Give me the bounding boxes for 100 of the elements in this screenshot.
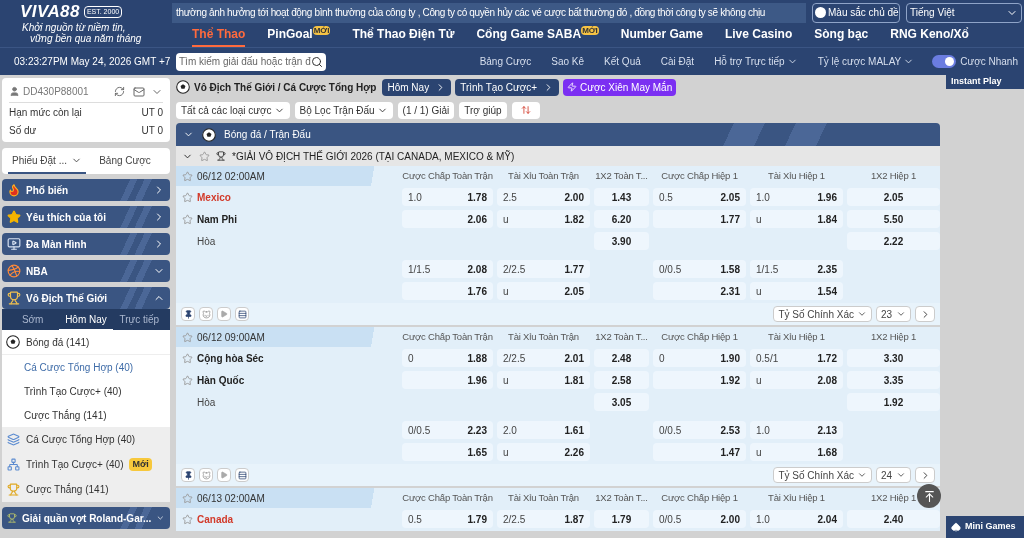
- nav-tab[interactable]: RNG Keno/Xổ: [890, 25, 969, 47]
- odds-cell[interactable]: 0.5 2.05: [653, 188, 746, 206]
- odds-cell[interactable]: 1.96: [402, 371, 493, 389]
- header-link[interactable]: Cài Đặt: [660, 54, 695, 69]
- filter-dropdown[interactable]: Tất cả các loại cược: [176, 101, 290, 119]
- header-link[interactable]: Kết Quả: [604, 54, 641, 69]
- menu-link[interactable]: Hỗ trợ Trực tiếp: [714, 54, 798, 69]
- odds-cell[interactable]: 0 1.88: [402, 349, 493, 367]
- category-bar[interactable]: NBA: [2, 260, 170, 282]
- star-icon[interactable]: [182, 191, 193, 203]
- sort-button[interactable]: [511, 101, 540, 119]
- category-bar[interactable]: Vô Địch Thế Giới: [2, 287, 170, 309]
- odds-cell[interactable]: 2/2.5 2.01: [497, 349, 590, 367]
- odds-cell[interactable]: 3.90: [594, 232, 649, 250]
- odds-cell[interactable]: 2.48: [594, 349, 649, 367]
- star-icon[interactable]: [182, 213, 193, 225]
- odds-cell[interactable]: 2.05: [847, 188, 940, 206]
- market-select[interactable]: Tỷ Số Chính Xác: [773, 467, 872, 483]
- nav-tab[interactable]: Live Casino: [724, 25, 793, 47]
- odds-cell[interactable]: 2.5 2.00: [497, 188, 590, 206]
- league-header[interactable]: *GIẢI VÔ ĐỊCH THẾ GIỚI 2026 (TẠI CANADA, MEXICO & MỸ): [176, 146, 940, 166]
- search-field[interactable]: Tìm kiếm giải đấu hoặc trận đ: [176, 52, 326, 71]
- odds-cell[interactable]: 1.0 1.96: [750, 188, 843, 206]
- nav-tab[interactable]: PinGoal: [267, 25, 313, 47]
- mini-games-button[interactable]: Mini Games: [946, 516, 1024, 538]
- odds-cell[interactable]: 0/0.5 1.58: [653, 260, 746, 278]
- odds-cell[interactable]: u 2.05: [497, 282, 590, 300]
- filter-dropdown[interactable]: Bộ Lọc Trận Đấu: [294, 101, 393, 119]
- language-select[interactable]: Tiếng Việt: [906, 2, 1022, 23]
- odds-cell[interactable]: u 1.81: [497, 371, 590, 389]
- odds-cell[interactable]: 1.92: [847, 393, 940, 411]
- next-button[interactable]: [915, 306, 935, 322]
- sport-menu-item[interactable]: Cược Thắng (141): [2, 403, 170, 427]
- odds-cell[interactable]: 2.0 1.61: [497, 421, 590, 439]
- sport-menu-item[interactable]: Cá Cược Tổng Hợp (40): [2, 355, 170, 379]
- odds-cell[interactable]: u 1.54: [750, 282, 843, 300]
- odds-cell[interactable]: 3.35: [847, 371, 940, 389]
- star-icon[interactable]: [182, 513, 193, 525]
- odds-cell[interactable]: 3.05: [594, 393, 649, 411]
- odds-cell[interactable]: 6.20: [594, 210, 649, 228]
- odds-cell[interactable]: 2.40: [847, 510, 940, 528]
- odds-cell[interactable]: 0 1.90: [653, 349, 746, 367]
- odds-cell[interactable]: u 2.26: [497, 443, 590, 461]
- odds-cell[interactable]: 0/0.5 2.53: [653, 421, 746, 439]
- odds-cell[interactable]: u 1.68: [750, 443, 843, 461]
- play-button[interactable]: [217, 307, 231, 321]
- market-menu-item[interactable]: Trình Tạo Cược+ (40): [26, 457, 124, 472]
- nav-tab[interactable]: Number Game: [620, 25, 703, 47]
- nav-tab[interactable]: Thể Thao Điện Tử: [352, 25, 455, 47]
- instant-play-bar[interactable]: Instant Play: [946, 75, 1024, 89]
- market-menu-item[interactable]: Cá Cược Tổng Hợp (40): [26, 432, 136, 447]
- odds-cell[interactable]: 3.30: [847, 349, 940, 367]
- odds-cell[interactable]: 2/2.5 1.87: [497, 510, 590, 528]
- odds-cell[interactable]: 1.0 1.78: [402, 188, 493, 206]
- menu-link[interactable]: Tỷ lệ cược MALAY: [817, 54, 915, 69]
- odds-cell[interactable]: u 1.84: [750, 210, 843, 228]
- star-icon[interactable]: [182, 492, 193, 504]
- odds-cell[interactable]: 1.76: [402, 282, 493, 300]
- market-menu-item[interactable]: Cược Thắng (141): [26, 482, 109, 497]
- nav-tab[interactable]: Cổng Game SABA: [476, 25, 582, 47]
- odds-cell[interactable]: 2/2.5 1.77: [497, 260, 590, 278]
- list-button[interactable]: [235, 307, 249, 321]
- count-select[interactable]: 24: [876, 467, 911, 483]
- odds-cell[interactable]: 1.47: [653, 443, 746, 461]
- theme-select[interactable]: Màu sắc chủ đề: [812, 2, 900, 23]
- header-link[interactable]: Bảng Cược: [479, 54, 532, 69]
- odds-cell[interactable]: 1.79: [594, 510, 649, 528]
- sport-label[interactable]: Bóng đá (141): [26, 334, 90, 350]
- category-bar[interactable]: Yêu thích của tôi: [2, 206, 170, 228]
- play-button[interactable]: [217, 468, 231, 482]
- nav-button[interactable]: Trình Tạo Cược+: [455, 78, 560, 96]
- odds-cell[interactable]: u 1.82: [497, 210, 590, 228]
- mail-icon[interactable]: [133, 85, 145, 98]
- sidebar-tab[interactable]: Bảng Cược: [86, 148, 164, 174]
- category-bar[interactable]: Phổ biến: [2, 179, 170, 201]
- sport-menu-item[interactable]: Trình Tạo Cược+ (40): [2, 379, 170, 403]
- odds-cell[interactable]: 1.92: [653, 371, 746, 389]
- odds-cell[interactable]: 1.65: [402, 443, 493, 461]
- odds-cell[interactable]: 2.22: [847, 232, 940, 250]
- category-bar[interactable]: Đa Màn Hình: [2, 233, 170, 255]
- count-select[interactable]: 23: [876, 306, 911, 322]
- odds-cell[interactable]: 2.31: [653, 282, 746, 300]
- sidebar-tab[interactable]: Phiếu Đặt ...: [8, 148, 86, 174]
- odds-cell[interactable]: 0.5/1 1.72: [750, 349, 843, 367]
- odds-cell[interactable]: 2.06: [402, 210, 493, 228]
- quick-bet-toggle[interactable]: [932, 55, 957, 68]
- promo-button[interactable]: Cược Xiên May Mắn: [563, 78, 677, 96]
- period-tab[interactable]: Trực tiếp: [112, 309, 166, 330]
- odds-cell[interactable]: 0/0.5 2.00: [653, 510, 746, 528]
- odds-cell[interactable]: 1/1.5 2.35: [750, 260, 843, 278]
- star-icon[interactable]: [182, 352, 193, 364]
- list-button[interactable]: [235, 468, 249, 482]
- odds-cell[interactable]: 0.5 1.79: [402, 510, 493, 528]
- header-link[interactable]: Sao Kê: [551, 54, 585, 69]
- odds-cell[interactable]: 2.58: [594, 371, 649, 389]
- odds-cell[interactable]: 1.77: [653, 210, 746, 228]
- period-tab[interactable]: Sớm: [6, 309, 60, 330]
- section-header[interactable]: Bóng đá / Trận Đấu: [176, 123, 940, 146]
- odds-cell[interactable]: 1.43: [594, 188, 649, 206]
- star-icon[interactable]: [182, 170, 193, 182]
